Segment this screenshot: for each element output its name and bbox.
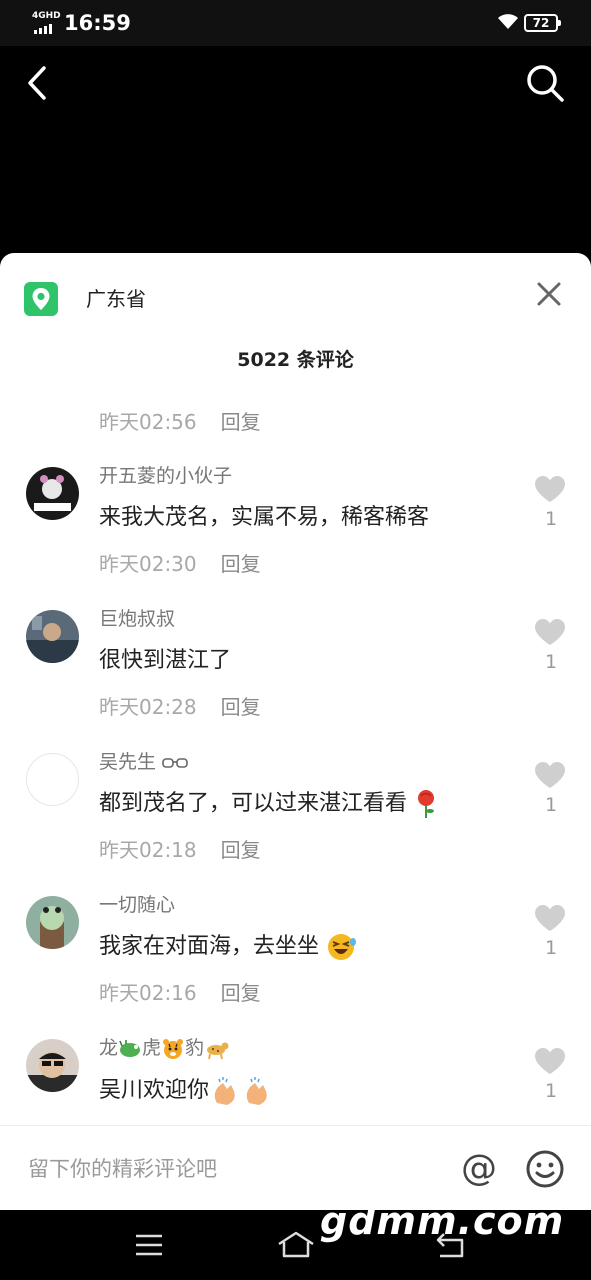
comment-time: 昨天02:28 — [99, 695, 197, 719]
cellular-signal-icon: 4GHD — [32, 12, 61, 34]
emoji-icon[interactable] — [525, 1149, 565, 1189]
clapping-hands-icon — [214, 1077, 235, 1105]
comment-item: 巨炮叔叔 很快到湛江了 昨天02:28 回复 1 — [0, 608, 591, 753]
reply-button[interactable]: 回复 — [221, 981, 261, 1005]
menu-icon[interactable] — [134, 1232, 164, 1258]
sunglasses-icon — [162, 757, 188, 768]
username-part: 豹 — [185, 1037, 205, 1059]
comment-meta: 昨天02:56 回复 — [99, 409, 261, 435]
comment-username[interactable]: 龙虎豹 — [99, 1035, 230, 1061]
clock: 16:59 — [64, 11, 131, 35]
clapping-hands-icon — [246, 1077, 267, 1105]
comment-text-content: 都到茂名了，可以过来湛江看看 — [99, 791, 408, 816]
comment-item: 吴先生 都到茂名了，可以过来湛江看看 昨天02:18 回复 1 — [0, 751, 591, 896]
comment-username[interactable]: 开五菱的小伙子 — [99, 463, 232, 489]
avatar[interactable] — [26, 610, 79, 663]
comment-sheet: 广东省 5022 条评论 昨天02:56 回复 开五菱的小伙子 来我大茂名，实属不… — [0, 253, 591, 1210]
laughing-emoji-icon — [328, 934, 357, 960]
comment-input[interactable]: 留下你的精彩评论吧 — [28, 1155, 217, 1183]
like-button[interactable]: 1 — [533, 761, 569, 821]
comment-text: 我家在对面海，去坐坐 — [99, 932, 358, 962]
like-count: 1 — [544, 651, 558, 673]
comment-meta: 昨天02:18 回复 — [99, 837, 261, 863]
status-bar: 4GHD 16:59 72 — [0, 0, 591, 46]
leopard-icon — [207, 1042, 229, 1059]
reply-button[interactable]: 回复 — [221, 695, 261, 719]
home-icon[interactable] — [276, 1228, 316, 1260]
location-name: 广东省 — [86, 287, 146, 311]
network-type: 4GHD — [32, 11, 61, 21]
comment-meta: 昨天02:28 回复 — [99, 694, 261, 720]
avatar[interactable] — [26, 753, 79, 806]
comment-text: 很快到湛江了 — [99, 648, 232, 673]
dragon-icon — [119, 1039, 141, 1057]
mention-button[interactable]: @ — [459, 1149, 499, 1189]
comment-text-content: 吴川欢迎你 — [99, 1078, 210, 1103]
comment-username[interactable]: 吴先生 — [99, 749, 188, 775]
reply-button[interactable]: 回复 — [221, 838, 261, 862]
comment-text: 来我大茂名，实属不易，稀客稀客 — [99, 505, 430, 530]
username-part: 龙 — [99, 1037, 119, 1059]
comment-meta: 昨天02:16 回复 — [99, 980, 261, 1006]
comment-meta: 昨天02:30 回复 — [99, 551, 261, 577]
watermark: gdmm.com — [320, 1199, 565, 1243]
heart-icon — [535, 762, 565, 788]
avatar[interactable] — [26, 896, 79, 949]
reply-button[interactable]: 回复 — [221, 410, 261, 434]
like-count: 1 — [544, 1080, 558, 1102]
tiger-face-icon — [163, 1038, 184, 1059]
comment-username[interactable]: 一切随心 — [99, 892, 175, 918]
comment-text: 都到茂名了，可以过来湛江看看 — [99, 789, 438, 819]
location-row[interactable]: 广东省 — [0, 253, 591, 343]
like-button[interactable]: 1 — [533, 475, 569, 535]
comment-time: 昨天02:56 — [99, 410, 197, 434]
avatar[interactable] — [26, 1039, 79, 1092]
comment-item: 开五菱的小伙子 来我大茂名，实属不易，稀客稀客 昨天02:30 回复 1 — [0, 465, 591, 610]
reply-button[interactable]: 回复 — [221, 552, 261, 576]
search-icon[interactable] — [524, 62, 566, 104]
comment-username[interactable]: 巨炮叔叔 — [99, 606, 175, 632]
rose-icon — [418, 790, 435, 818]
like-button[interactable]: 1 — [533, 904, 569, 964]
comment-item: 一切随心 我家在对面海，去坐坐 昨天02:16 回复 1 — [0, 894, 591, 1039]
heart-icon — [535, 905, 565, 931]
like-button[interactable]: 1 — [533, 618, 569, 678]
system-nav-bar: gdmm.com — [0, 1199, 591, 1280]
battery-indicator: 72 — [524, 14, 561, 32]
like-count: 1 — [544, 794, 558, 816]
avatar[interactable] — [26, 467, 79, 520]
heart-icon — [535, 619, 565, 645]
like-count: 1 — [544, 508, 558, 530]
comment-count: 5022 条评论 — [237, 349, 354, 371]
comment-time: 昨天02:16 — [99, 981, 197, 1005]
heart-icon — [535, 1048, 565, 1074]
wifi-icon — [498, 14, 518, 29]
username-part: 虎 — [142, 1037, 162, 1059]
back-arrow-icon[interactable] — [22, 62, 58, 104]
username-text: 吴先生 — [99, 751, 157, 773]
heart-icon — [535, 476, 565, 502]
close-icon[interactable] — [530, 275, 568, 313]
comment-time: 昨天02:18 — [99, 838, 197, 862]
comment-text-content: 我家在对面海，去坐坐 — [99, 934, 320, 959]
like-button[interactable]: 1 — [533, 1047, 569, 1107]
like-count: 1 — [544, 937, 558, 959]
location-pin-icon — [24, 282, 58, 316]
comment-time: 昨天02:30 — [99, 552, 197, 576]
comment-text: 吴川欢迎你 — [99, 1075, 273, 1107]
